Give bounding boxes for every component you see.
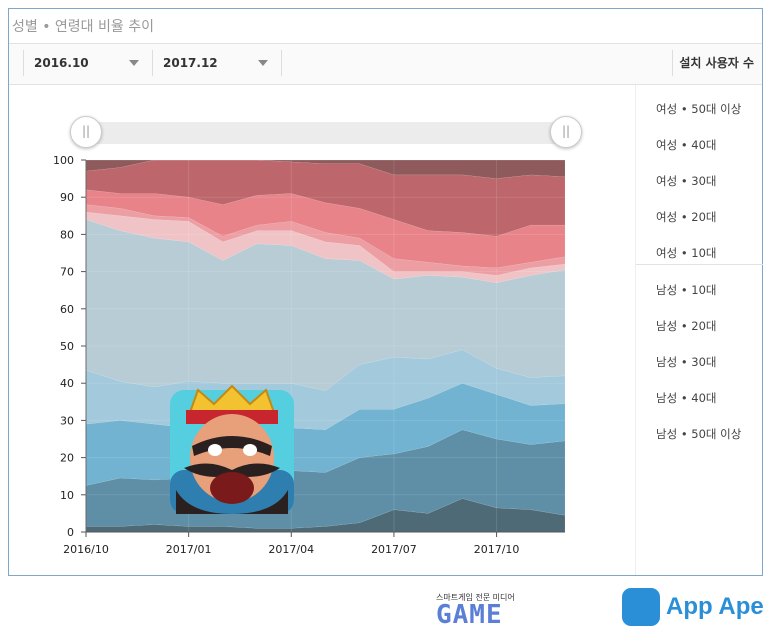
app-ape-logo-text: App Ape: [666, 593, 764, 620]
y-tick-label: 40: [60, 377, 74, 390]
y-tick-label: 80: [60, 228, 74, 241]
x-tick-label: 2016/10: [63, 543, 109, 556]
y-tick-label: 10: [60, 489, 74, 502]
ape-icon: [622, 588, 660, 626]
game-media-logo: 스마트게임 전문 미디어 GAME: [436, 592, 586, 632]
y-tick-label: 100: [53, 154, 74, 167]
x-tick-label: 2017/07: [371, 543, 417, 556]
y-tick-label: 50: [60, 340, 74, 353]
open-mouth: [210, 472, 254, 504]
stacked-area-chart: 0 10 20 30 40 50 60 70 80 90 100 2016/10 2017/01 2017…: [53, 154, 566, 556]
x-tick-label: 2017/01: [166, 543, 212, 556]
y-tick-label: 70: [60, 266, 74, 279]
right-eye: [243, 444, 257, 456]
app-ape-logo: App Ape: [622, 588, 772, 632]
x-tick-label: 2017/04: [268, 543, 314, 556]
game-app-icon: [170, 384, 294, 514]
left-eye: [208, 444, 222, 456]
y-tick-label: 90: [60, 191, 74, 204]
y-tick-label: 0: [67, 526, 74, 539]
x-tick-label: 2017/10: [474, 543, 520, 556]
y-tick-label: 20: [60, 452, 74, 465]
y-tick-label: 60: [60, 303, 74, 316]
y-tick-label: 30: [60, 414, 74, 427]
game-logo-text: GAME: [436, 600, 503, 630]
